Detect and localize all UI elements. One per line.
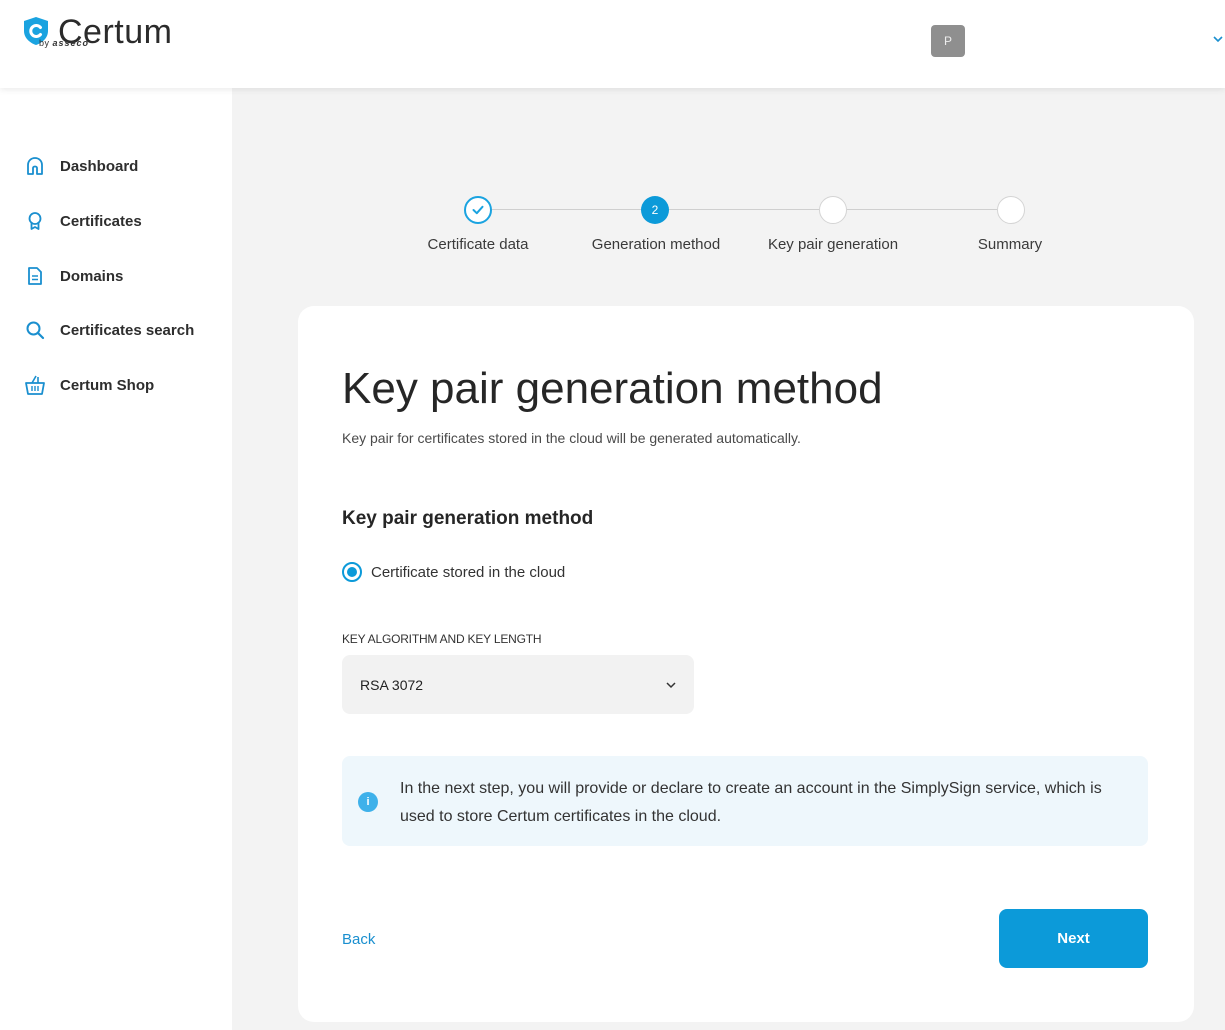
- top-header: Certum by asseco P: [0, 0, 1225, 88]
- radio-label: Certificate stored in the cloud: [371, 563, 566, 581]
- sidebar-item-domains[interactable]: Domains: [24, 262, 123, 290]
- step-label: Generation method: [591, 236, 721, 253]
- sidebar-item-label: Dashboard: [60, 157, 139, 175]
- sidebar: Dashboard Certificates Domains Certifica…: [0, 88, 232, 1030]
- info-text: In the next step, you will provide or de…: [400, 780, 1102, 825]
- sidebar-item-label: Certum Shop: [60, 376, 155, 394]
- check-icon: [472, 205, 484, 215]
- sidebar-item-certificates[interactable]: Certificates: [24, 207, 142, 235]
- next-button[interactable]: Next: [999, 909, 1148, 968]
- sidebar-item-certum-shop[interactable]: Certum Shop: [24, 371, 154, 399]
- sidebar-item-dashboard[interactable]: Dashboard: [24, 152, 138, 180]
- basket-icon: [24, 374, 46, 396]
- step-connector: [669, 209, 819, 210]
- step-2-active-indicator: 2: [641, 196, 669, 224]
- step-label: Certificate data: [427, 236, 529, 253]
- document-icon: [24, 265, 46, 287]
- generation-method-card: Key pair generation method Key pair for …: [298, 306, 1194, 1022]
- back-button[interactable]: Back: [342, 931, 375, 948]
- sidebar-item-label: Certificates search: [60, 321, 195, 339]
- brand-subtitle: by asseco: [39, 38, 89, 48]
- radio-button[interactable]: [342, 562, 362, 582]
- step-label: Key pair generation: [767, 236, 899, 253]
- search-icon: [24, 319, 46, 341]
- radio-selected-dot: [347, 567, 357, 577]
- chevron-down-icon: [666, 682, 676, 689]
- step-label: Summary: [977, 236, 1043, 253]
- home-icon: [24, 155, 46, 177]
- sidebar-item-label: Domains: [60, 267, 124, 285]
- step-1-complete-indicator: [464, 196, 492, 224]
- info-notice: i In the next step, you will provide or …: [342, 756, 1148, 846]
- info-icon: i: [358, 792, 378, 812]
- certificate-icon: [24, 210, 46, 232]
- sidebar-item-certificates-search[interactable]: Certificates search: [24, 316, 194, 344]
- user-avatar[interactable]: P: [931, 25, 965, 57]
- page-title: Key pair generation method: [342, 364, 883, 413]
- step-connector: [492, 209, 641, 210]
- key-algorithm-value: RSA 3072: [360, 676, 424, 693]
- step-4-pending-indicator: [997, 196, 1025, 224]
- chevron-down-icon[interactable]: [1211, 32, 1225, 46]
- key-algorithm-label: KEY ALGORITHM AND KEY LENGTH: [342, 632, 542, 646]
- page-subtitle: Key pair for certificates stored in the …: [342, 430, 801, 446]
- key-algorithm-select[interactable]: RSA 3072: [342, 655, 694, 714]
- step-3-pending-indicator: [819, 196, 847, 224]
- section-title: Key pair generation method: [342, 508, 594, 529]
- cloud-storage-radio-option[interactable]: Certificate stored in the cloud: [342, 562, 565, 582]
- brand-sub-prefix: by: [39, 38, 50, 48]
- step-connector: [847, 209, 997, 210]
- sidebar-item-label: Certificates: [60, 212, 142, 230]
- brand-sub-name: asseco: [52, 38, 90, 48]
